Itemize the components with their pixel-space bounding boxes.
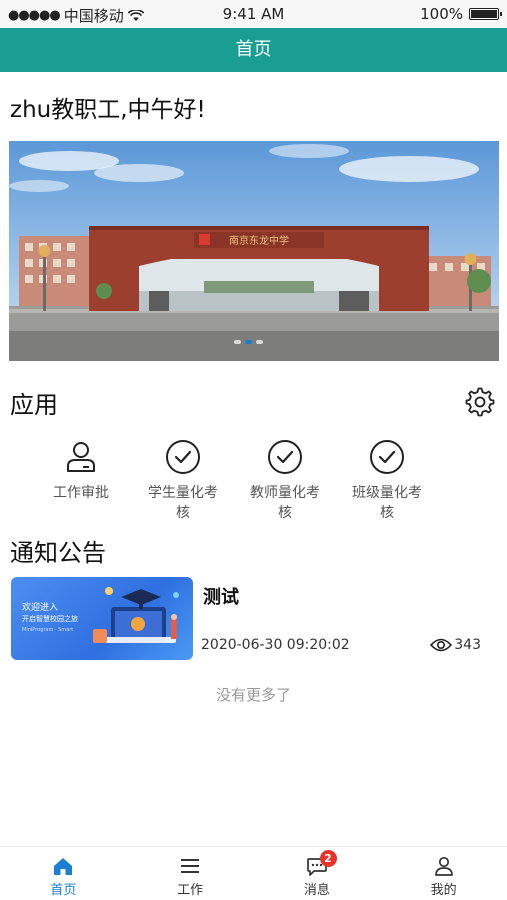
app-label: 班级量化考核 bbox=[352, 485, 422, 521]
page-title: 首页 bbox=[235, 39, 272, 60]
notices-section-title: 通知公告 bbox=[10, 539, 106, 567]
apps-section-title: 应用 bbox=[10, 391, 58, 419]
tab-label: 我的 bbox=[430, 883, 457, 898]
eye-icon bbox=[430, 638, 453, 652]
banner-image: 南京东龙中学 bbox=[9, 141, 499, 361]
profile-icon bbox=[434, 856, 453, 876]
tab-work[interactable]: 工作 bbox=[127, 847, 254, 900]
check-circle-icon bbox=[166, 440, 200, 474]
tab-label: 工作 bbox=[177, 883, 204, 898]
tab-profile[interactable]: 我的 bbox=[380, 847, 507, 900]
carousel-indicator bbox=[234, 340, 263, 344]
view-count: 343 bbox=[454, 637, 481, 653]
carousel-dot-active[interactable] bbox=[245, 340, 252, 344]
settings-gear-icon[interactable] bbox=[463, 385, 497, 419]
banner-sign-text: 南京东龙中学 bbox=[229, 234, 289, 247]
no-more-text: 没有更多了 bbox=[215, 686, 291, 704]
app-class-assessment[interactable]: 班级量化考核 bbox=[336, 437, 438, 523]
notice-item[interactable]: 欢迎进入 开启智慧校园之旅 MiniProgram · Smart 测试 202… bbox=[10, 576, 495, 662]
greeting-text: zhu教职工,中午好! bbox=[10, 97, 206, 123]
notice-date: 2020-06-30 09:20:02 bbox=[201, 637, 350, 653]
thumb-illustration bbox=[93, 587, 179, 643]
nav-bar: 首页 bbox=[0, 28, 507, 72]
battery-icon bbox=[469, 8, 502, 20]
banner-carousel[interactable]: 南京东龙中学 bbox=[9, 141, 499, 361]
app-label: 工作审批 bbox=[53, 485, 109, 501]
tab-messages[interactable]: 2 消息 bbox=[254, 847, 381, 900]
status-right: 100% bbox=[420, 5, 502, 23]
tab-label: 消息 bbox=[303, 883, 330, 898]
check-circle-icon bbox=[268, 440, 302, 474]
carousel-dot[interactable] bbox=[256, 340, 263, 344]
app-student-assessment[interactable]: 学生量化考核 bbox=[132, 437, 234, 523]
app-work-approval[interactable]: 工作审批 bbox=[30, 437, 132, 523]
app-label: 教师量化考核 bbox=[250, 485, 320, 521]
notice-views: 343 bbox=[430, 637, 481, 653]
check-circle-icon bbox=[370, 440, 404, 474]
app-teacher-assessment[interactable]: 教师量化考核 bbox=[234, 437, 336, 523]
home-icon bbox=[54, 858, 73, 875]
menu-icon bbox=[181, 859, 200, 873]
battery-percent: 100% bbox=[420, 5, 463, 23]
status-bar: ●●●●● 中国移动 9:41 AM 100% bbox=[0, 0, 507, 28]
tab-home[interactable]: 首页 bbox=[0, 847, 127, 900]
apps-grid: 工作审批 学生量化考核 教师量化考核 班级量化考核 bbox=[30, 437, 450, 523]
tab-label: 首页 bbox=[50, 883, 77, 898]
carousel-dot[interactable] bbox=[234, 340, 241, 344]
tab-bar: 首页 工作 2 消息 我的 bbox=[0, 846, 507, 900]
app-label: 学生量化考核 bbox=[148, 485, 218, 521]
notice-title: 测试 bbox=[203, 587, 239, 608]
message-badge: 2 bbox=[319, 850, 337, 867]
user-icon bbox=[67, 442, 95, 472]
notice-thumbnail: 欢迎进入 开启智慧校园之旅 MiniProgram · Smart bbox=[11, 577, 193, 660]
